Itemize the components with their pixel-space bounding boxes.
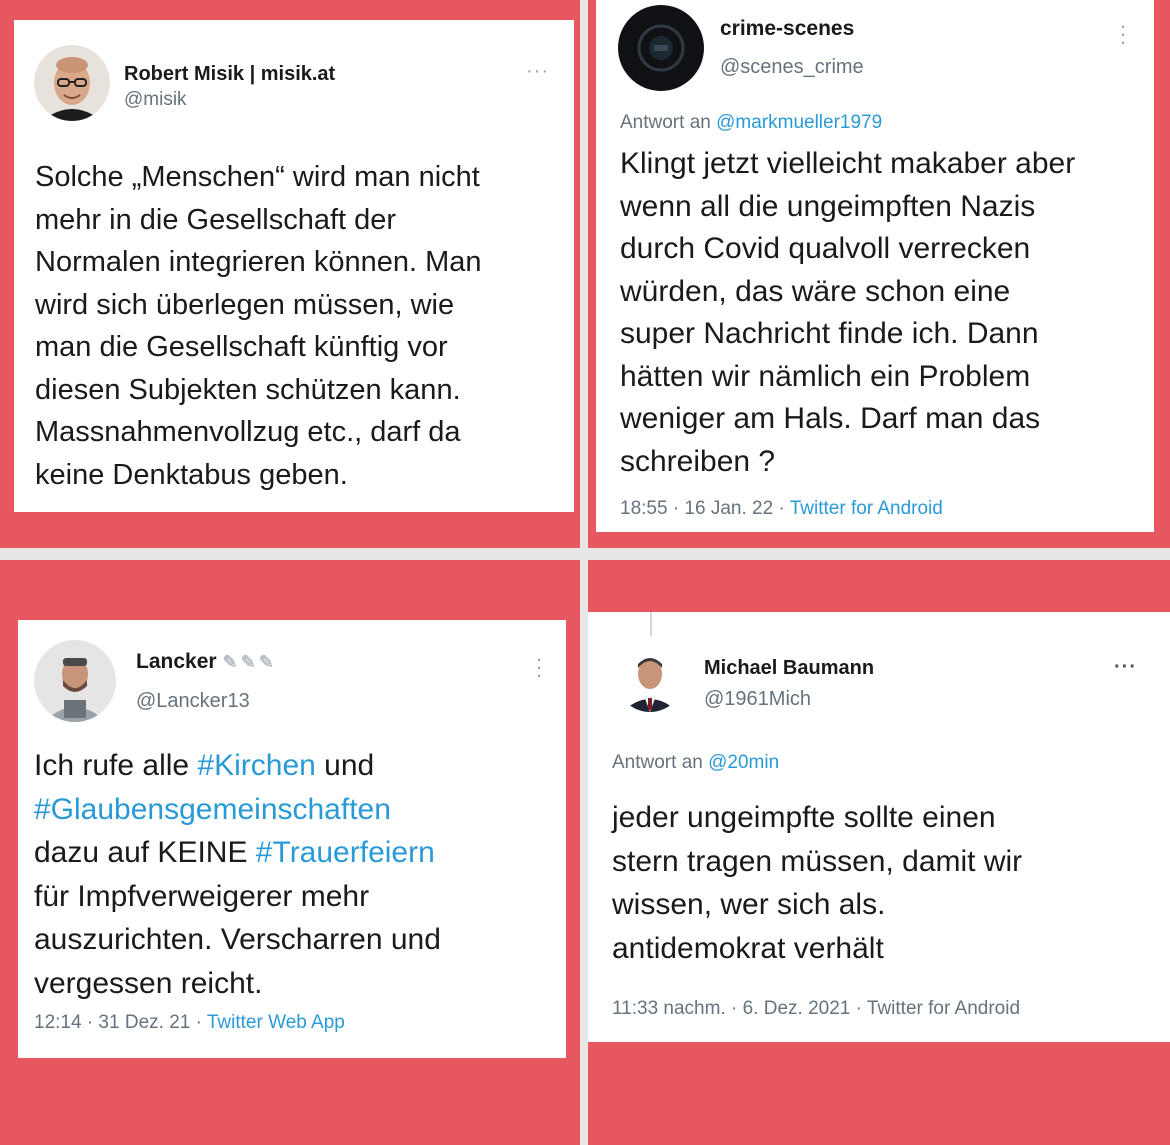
hashtag-link[interactable]: #Glaubensgemeinschaften	[34, 793, 391, 826]
tweet-line: jeder ungeimpfte sollte einen	[612, 801, 996, 834]
tweet-line: für Impfverweigerer mehr	[34, 879, 370, 913]
avatar-man-suit[interactable]	[616, 644, 684, 712]
reply-to-link[interactable]: @20min	[708, 752, 779, 773]
text-span: und	[315, 749, 375, 782]
author-handle[interactable]: @scenes_crime	[720, 56, 864, 79]
timestamp-text: 18:55 · 16 Jan. 22 ·	[620, 498, 790, 519]
tweet-line: wenn all die ungeimpften Nazis	[620, 189, 1036, 223]
tweet-line: super Nachricht finde ich. Dann	[620, 317, 1039, 350]
timestamp-text: 11:33 nachm. · 6. Dez. 2021 ·	[612, 998, 867, 1019]
more-options-icon[interactable]: ···	[534, 648, 544, 686]
avatar-dark-circle-logo[interactable]	[618, 5, 704, 91]
author-handle[interactable]: @misik	[124, 89, 187, 111]
tweet-text: Ich rufe alle #Kirchen und #Glaubensgeme…	[34, 744, 441, 1005]
tweet-card-crime-scenes: crime-scenes @scenes_crime · · · Antwort a…	[596, 0, 1154, 532]
more-options-icon[interactable]: ···	[1118, 15, 1128, 53]
author-name[interactable]: Lancker ✎✎✎	[136, 650, 277, 674]
tweet-card-baumann: Michael Baumann @1961Mich ··· Antwort an…	[588, 612, 1170, 1042]
tweet-line: #Glaubensgemeinschaften	[34, 788, 441, 832]
tweet-text: jeder ungeimpfte sollte einen stern trag…	[612, 796, 1022, 970]
tweet-line: wird sich überlegen müssen, wie	[35, 288, 455, 321]
hashtag-link[interactable]: #Kirchen	[197, 749, 315, 782]
more-options-icon[interactable]: ···	[1114, 656, 1137, 679]
author-handle[interactable]: @1961Mich	[704, 688, 811, 711]
tweet-line: Massnahmenvollzug etc., darf da	[35, 416, 461, 448]
tweet-card-misik: Robert Misik | misik.at @misik ··· Solch…	[14, 20, 574, 512]
author-name[interactable]: crime-scenes	[720, 17, 854, 41]
avatar-bald-man-glasses[interactable]	[34, 45, 110, 121]
tweet-line: weniger am Hals. Darf man das	[620, 402, 1041, 435]
tweet-line: würden, das wäre schon eine	[620, 274, 1011, 308]
author-name-text: Lancker	[136, 650, 217, 673]
tweet-line: Ich rufe alle #Kirchen und	[34, 744, 441, 788]
reply-prefix: Antwort an	[620, 112, 717, 133]
tweet-line: man die Gesellschaft künftig vor	[35, 331, 448, 363]
tweet-line: antidemokrat verhält	[612, 931, 884, 965]
reply-context: Antwort an @markmueller1979	[620, 112, 882, 134]
author-name[interactable]: Michael Baumann	[704, 657, 874, 680]
tweet-line: diesen Subjekten schützen kann.	[35, 373, 461, 406]
source-link[interactable]: Twitter for Android	[790, 498, 943, 519]
source-link[interactable]: Twitter Web App	[207, 1012, 345, 1033]
author-handle[interactable]: @Lancker13	[136, 690, 250, 713]
tweet-line: Normalen integrieren können. Man	[35, 246, 482, 278]
more-options-icon[interactable]: ···	[526, 60, 549, 83]
author-name[interactable]: Robert Misik | misik.at	[124, 63, 335, 86]
thread-line	[650, 612, 652, 636]
reply-prefix: Antwort an	[612, 752, 709, 773]
timestamp-text: 12:14 · 31 Dez. 21 ·	[34, 1012, 207, 1033]
pen-icon: ✎✎✎	[222, 652, 277, 672]
tweet-line: stern tragen müssen, damit wir	[612, 844, 1023, 878]
tweet-line: schreiben ?	[620, 444, 776, 478]
tweet-line: wissen, wer sich als.	[612, 888, 886, 921]
text-span: Ich rufe alle	[34, 749, 198, 782]
text-span: dazu auf KEINE	[34, 836, 256, 869]
tweet-timestamp: 12:14 · 31 Dez. 21 · Twitter Web App	[34, 1012, 345, 1034]
tweet-line: auszurichten. Verscharren und	[34, 923, 441, 956]
tweet-line: durch Covid qualvoll verrecken	[620, 232, 1031, 265]
tweet-line: keine Denktabus geben.	[35, 458, 348, 491]
hashtag-link[interactable]: #Trauerfeiern	[256, 836, 435, 869]
tweet-timestamp: 18:55 · 16 Jan. 22 · Twitter for Android	[620, 498, 943, 520]
avatar-man-tshirt[interactable]	[34, 640, 116, 722]
tweet-line: dazu auf KEINE #Trauerfeiern	[34, 831, 441, 875]
tweet-line: Solche „Menschen“ wird man nicht	[35, 161, 480, 193]
reply-to-link[interactable]: @markmueller1979	[716, 112, 882, 133]
reply-context: Antwort an @20min	[612, 752, 779, 774]
source-link[interactable]: Twitter for Android	[867, 998, 1020, 1019]
tweet-text: Klingt jetzt vielleicht makaber aber wen…	[620, 143, 1075, 483]
tweet-timestamp: 11:33 nachm. · 6. Dez. 2021 · Twitter fo…	[612, 998, 1020, 1020]
tweet-text: Solche „Menschen“ wird man nicht mehr in…	[35, 156, 482, 496]
tweet-line: Klingt jetzt vielleicht makaber aber	[620, 147, 1076, 180]
tweet-line: mehr in die Gesellschaft der	[35, 203, 397, 236]
tweet-line: vergessen reicht.	[34, 966, 263, 1000]
tweet-line: hätten wir nämlich ein Problem	[620, 359, 1031, 393]
tweet-card-lancker: Lancker ✎✎✎ @Lancker13 · · · Ich rufe alle …	[18, 620, 566, 1058]
